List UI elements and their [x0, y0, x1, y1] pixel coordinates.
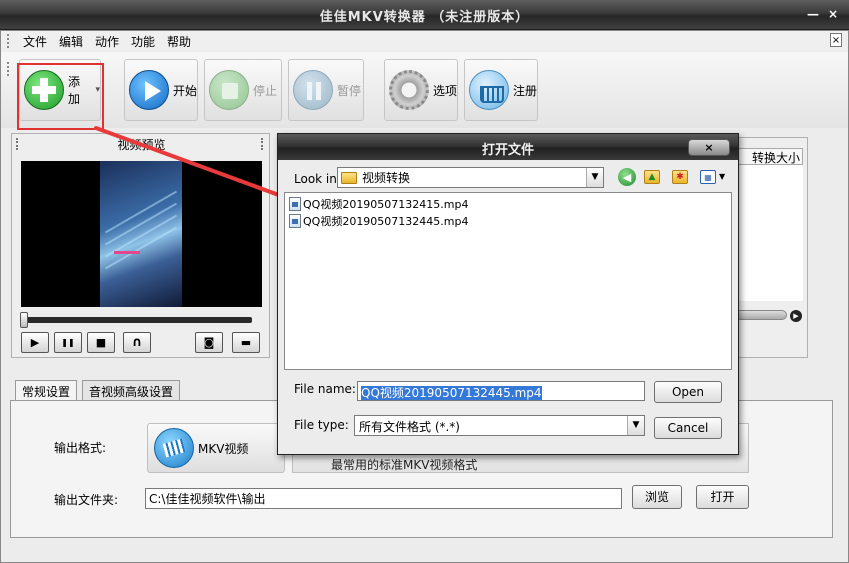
menu-close-icon[interactable]: × [830, 33, 842, 47]
pause-control-icon: ❚❚ [61, 337, 75, 347]
view-dropdown-icon[interactable]: ▼ [719, 172, 725, 181]
file-name-label: File name: [294, 382, 356, 396]
snapshot-control[interactable]: ◙ [195, 332, 223, 353]
add-button-highlight [17, 63, 104, 130]
folder-icon: ▬ [240, 336, 252, 349]
play-icon [129, 70, 169, 110]
file-name-value: QQ视频20190507132445.mp4 [361, 386, 542, 400]
dialog-close-button[interactable]: × [688, 139, 730, 156]
stop-icon [209, 70, 249, 110]
menu-edit[interactable]: 编辑 [57, 33, 85, 50]
file-browser-list[interactable]: QQ视频20190507132415.mp4 QQ视频2019050713244… [284, 192, 732, 370]
folder-icon [341, 171, 357, 184]
close-button[interactable]: × [826, 7, 840, 21]
look-in-value: 视频转换 [362, 171, 411, 185]
dialog-title: 打开文件 [481, 143, 534, 158]
view-menu-icon[interactable]: ▦ [700, 170, 716, 184]
file-name-input[interactable]: QQ视频20190507132445.mp4 [357, 381, 645, 401]
seek-bar[interactable] [23, 317, 252, 323]
file-type-label: File type: [294, 418, 349, 432]
pause-button[interactable]: 暂停 [288, 59, 364, 121]
output-folder-input[interactable] [145, 488, 622, 509]
look-in-label: Look in: [294, 172, 341, 186]
horizontal-scrollbar[interactable] [735, 310, 787, 320]
open-button[interactable]: Open [654, 381, 722, 403]
look-in-select[interactable]: 视频转换 ▼ [337, 167, 604, 188]
audio-control[interactable]: ∩ [123, 332, 151, 353]
stop-button[interactable]: 停止 [204, 59, 282, 121]
column-header-size[interactable]: 转换大小 [731, 148, 803, 165]
gear-icon [389, 70, 429, 110]
seek-handle[interactable] [20, 312, 28, 328]
dialog-title-bar[interactable]: 打开文件 × [278, 134, 738, 160]
play-control[interactable]: ▶ [21, 332, 49, 353]
pause-icon [293, 70, 333, 110]
menu-help[interactable]: 帮助 [165, 33, 193, 50]
start-button[interactable]: 开始 [124, 59, 198, 121]
film-icon [154, 428, 194, 468]
file-type-value: 所有文件格式 (*.*) [359, 420, 460, 434]
open-file-dialog: 打开文件 × Look in: 视频转换 ▼ ◀ ▲ ✱ ▦ ▼ QQ视频201… [277, 133, 739, 455]
basket-icon [469, 70, 509, 110]
window-title: 佳佳MKV转换器 （未注册版本） [319, 10, 530, 25]
browse-button[interactable]: 浏览 [632, 485, 682, 509]
options-label: 选项 [433, 83, 458, 98]
menu-file[interactable]: 文件 [21, 33, 49, 50]
dialog-content: Look in: 视频转换 ▼ ◀ ▲ ✱ ▦ ▼ QQ视频2019050713… [282, 162, 734, 452]
scroll-right-icon[interactable]: ▶ [790, 310, 802, 322]
toolbar: 添加 ▾ 开始 停止 暂停 选项 注册 [1, 52, 848, 128]
chevron-down-icon[interactable]: ▼ [586, 168, 603, 187]
video-frame [100, 161, 182, 307]
open-folder-control[interactable]: ▬ [232, 332, 260, 353]
video-file-icon [289, 214, 301, 228]
title-bar: 佳佳MKV转换器 （未注册版本） — × [0, 0, 849, 30]
up-folder-icon[interactable]: ▲ [644, 170, 660, 184]
options-button[interactable]: 选项 [384, 59, 458, 121]
play-control-icon: ▶ [30, 336, 40, 349]
register-label: 注册 [513, 83, 538, 98]
preview-grip-right[interactable] [261, 138, 265, 150]
output-format-label: 输出格式: [54, 441, 107, 455]
file-item-name: QQ视频20190507132445.mp4 [303, 215, 469, 228]
pause-label: 暂停 [337, 83, 362, 98]
minimize-button[interactable]: — [806, 7, 820, 21]
menu-function[interactable]: 功能 [129, 33, 157, 50]
cancel-button[interactable]: Cancel [654, 417, 722, 439]
headphones-icon: ∩ [131, 335, 143, 350]
menu-grip[interactable] [7, 34, 11, 48]
file-item[interactable]: QQ视频20190507132445.mp4 [289, 213, 469, 229]
menu-bar: 文件 编辑 动作 功能 帮助 × [1, 31, 848, 51]
start-label: 开始 [173, 83, 198, 98]
file-list-panel: 转换大小 ▶ [730, 137, 808, 358]
format-name: MKV视频 [198, 441, 249, 456]
video-file-icon [289, 197, 301, 211]
camera-icon: ◙ [203, 336, 215, 349]
format-selector[interactable]: MKV视频 [147, 423, 285, 473]
toolbar-grip[interactable] [7, 62, 11, 76]
file-item[interactable]: QQ视频20190507132415.mp4 [289, 196, 469, 212]
chevron-down-icon[interactable]: ▼ [627, 416, 644, 435]
output-folder-label: 输出文件夹: [54, 493, 119, 507]
register-button[interactable]: 注册 [464, 59, 538, 121]
tab-advanced-settings[interactable]: 音视频高级设置 [82, 380, 181, 400]
file-list-body[interactable] [731, 165, 803, 301]
menu-action[interactable]: 动作 [93, 33, 121, 50]
preview-panel: 视频预览 ▶ ❚❚ ■ ∩ ◙ ▬ [11, 133, 270, 358]
stop-control[interactable]: ■ [87, 332, 115, 353]
stop-control-icon: ■ [95, 336, 107, 349]
new-folder-icon[interactable]: ✱ [672, 170, 688, 184]
video-display[interactable] [21, 161, 262, 307]
pause-control[interactable]: ❚❚ [54, 332, 82, 353]
open-folder-button[interactable]: 打开 [696, 485, 749, 509]
file-type-select[interactable]: 所有文件格式 (*.*) ▼ [354, 415, 645, 436]
file-item-name: QQ视频20190507132415.mp4 [303, 198, 469, 211]
back-icon[interactable]: ◀ [618, 168, 636, 186]
tab-general-settings[interactable]: 常规设置 [15, 380, 78, 401]
stop-label: 停止 [253, 83, 278, 98]
preview-title: 视频预览 [117, 138, 166, 152]
format-description: 最常用的标准MKV视频格式 [331, 458, 478, 472]
